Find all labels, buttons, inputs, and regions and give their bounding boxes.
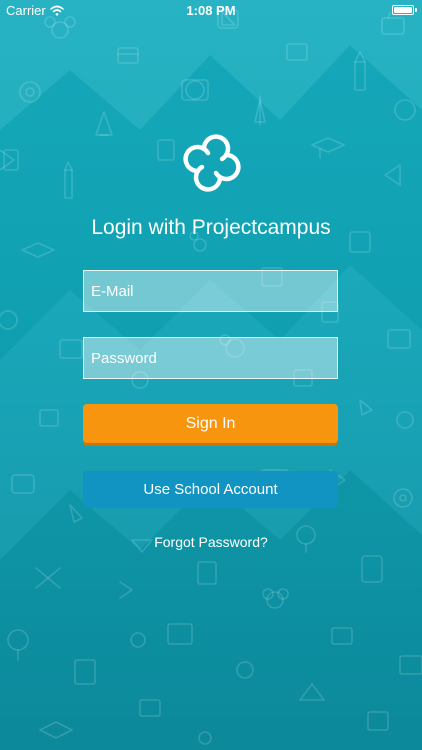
sign-in-button[interactable]: Sign In — [83, 404, 338, 443]
status-time: 1:08 PM — [186, 3, 236, 18]
email-input[interactable] — [83, 270, 338, 312]
page-title: Login with Projectcampus — [91, 216, 331, 239]
battery-level-fill — [394, 7, 412, 13]
battery-tip — [415, 8, 417, 12]
status-bar: Carrier 1:08 PM — [0, 0, 422, 22]
login-screen: Carrier 1:08 PM Login with Projectcampus… — [0, 0, 422, 750]
forgot-password-link[interactable]: Forgot Password? — [0, 534, 422, 550]
battery-icon — [392, 5, 414, 15]
use-school-account-button[interactable]: Use School Account — [83, 471, 338, 508]
password-input[interactable] — [83, 337, 338, 379]
projectcampus-logo-icon — [183, 134, 241, 192]
